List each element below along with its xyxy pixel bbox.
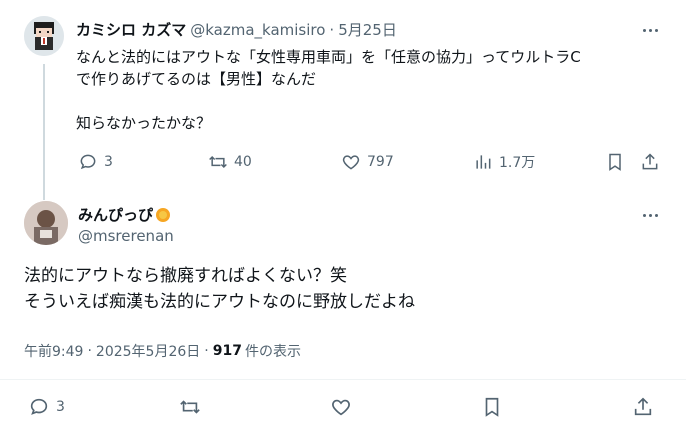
author-display-name[interactable]: カミシロ カズマ xyxy=(76,19,186,40)
author-display-name[interactable]: みんぴっぴ xyxy=(78,204,153,225)
heart-icon xyxy=(342,155,360,170)
like-count: 797 xyxy=(367,154,394,170)
bookmark-icon xyxy=(485,397,499,417)
tweet-text-line: 法的にアウトなら撤廃すればよくない？笑 xyxy=(24,266,347,286)
more-options-icon[interactable] xyxy=(640,205,660,225)
retweet-icon xyxy=(209,155,227,169)
analytics-icon xyxy=(476,155,491,169)
author-handle[interactable]: @msrerenan xyxy=(78,227,174,245)
like-button[interactable] xyxy=(330,396,352,418)
sunflower-emoji-icon xyxy=(155,207,171,223)
tweet-text-line: なんと法的にはアウトな「女性専用車両」を「任意の協力」ってウルトラC xyxy=(76,48,581,66)
avatar[interactable] xyxy=(24,201,68,245)
tweet-date[interactable]: 5月25日 xyxy=(338,19,397,40)
more-options-icon[interactable] xyxy=(640,20,660,40)
bookmark-button[interactable] xyxy=(481,396,503,418)
tweet-text-line: 知らなかったかな？ xyxy=(76,114,212,132)
reply-count: 3 xyxy=(56,399,65,415)
pixel-character-avatar-icon xyxy=(24,16,64,56)
tweet-date[interactable]: 2025年5月26日 xyxy=(96,341,200,361)
like-button[interactable]: 797 xyxy=(341,152,394,172)
retweet-button[interactable] xyxy=(179,396,201,418)
views-button[interactable]: 1.7万 xyxy=(473,152,535,172)
share-icon xyxy=(634,397,652,416)
reply-icon xyxy=(80,154,96,170)
reply-count: 3 xyxy=(104,154,113,170)
tweet-time[interactable]: 午前9:49 xyxy=(24,341,83,361)
bookmark-icon xyxy=(609,153,621,171)
thread-line xyxy=(43,64,45,200)
share-button[interactable] xyxy=(632,396,654,418)
avatar[interactable] xyxy=(24,16,64,56)
divider xyxy=(0,379,686,380)
profile-photo-icon xyxy=(24,201,68,245)
separator-dot: · xyxy=(204,343,209,359)
tweet-text-line: そういえば痴漢も法的にアウトなのに野放しだよね xyxy=(24,292,415,312)
author-handle[interactable]: @kazma_kamisiro xyxy=(190,21,325,39)
reply-icon xyxy=(30,398,48,415)
heart-icon xyxy=(332,399,350,416)
bookmark-button[interactable] xyxy=(605,152,625,172)
reply-button[interactable]: 3 xyxy=(28,396,65,418)
share-icon xyxy=(642,153,658,170)
separator-dot: · xyxy=(87,343,92,359)
retweet-count: 40 xyxy=(234,154,252,170)
tweet-text-line: で作りあげてるのは【男性】なんだ xyxy=(76,70,317,88)
share-button[interactable] xyxy=(640,152,660,172)
retweet-button[interactable]: 40 xyxy=(208,152,252,172)
views-number: 917 xyxy=(212,343,242,359)
separator-dot: · xyxy=(329,20,335,39)
retweet-icon xyxy=(180,400,200,414)
views-count: 1.7万 xyxy=(499,155,536,171)
reply-button[interactable]: 3 xyxy=(78,152,113,172)
views-label: 件の表示 xyxy=(244,344,301,360)
